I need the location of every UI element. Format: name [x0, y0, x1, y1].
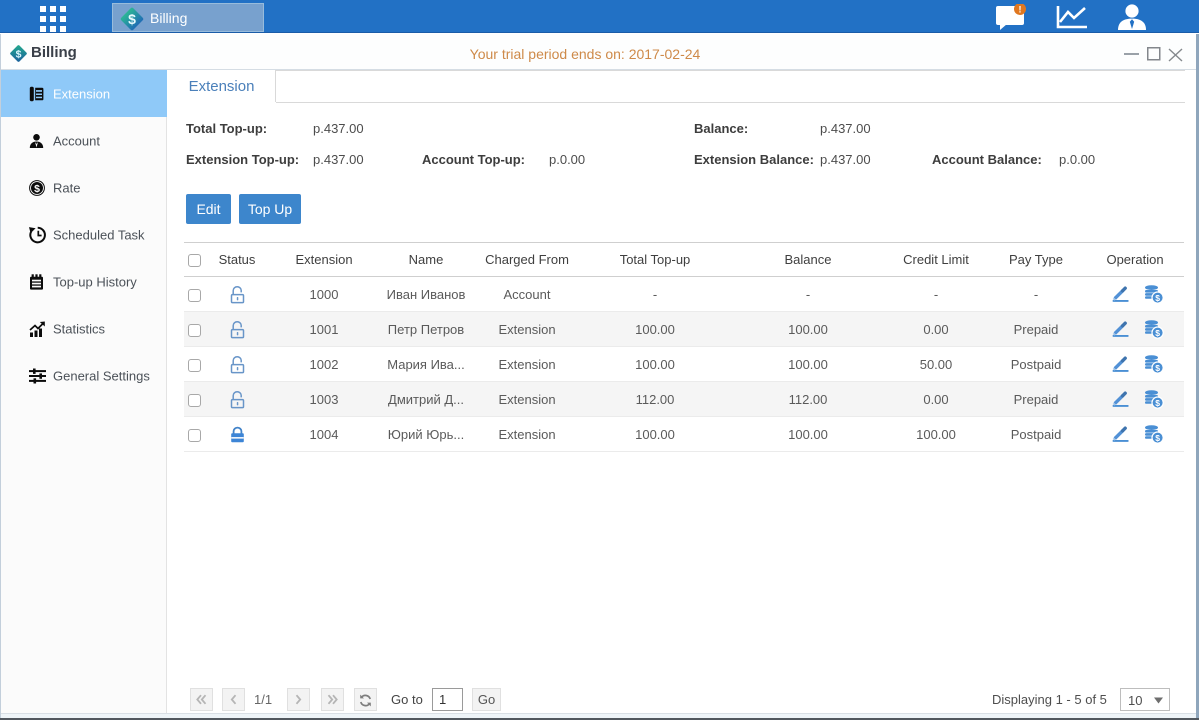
svg-text:$: $ — [34, 182, 40, 194]
svg-text:!: ! — [1019, 5, 1022, 15]
svg-text:$: $ — [128, 11, 136, 27]
